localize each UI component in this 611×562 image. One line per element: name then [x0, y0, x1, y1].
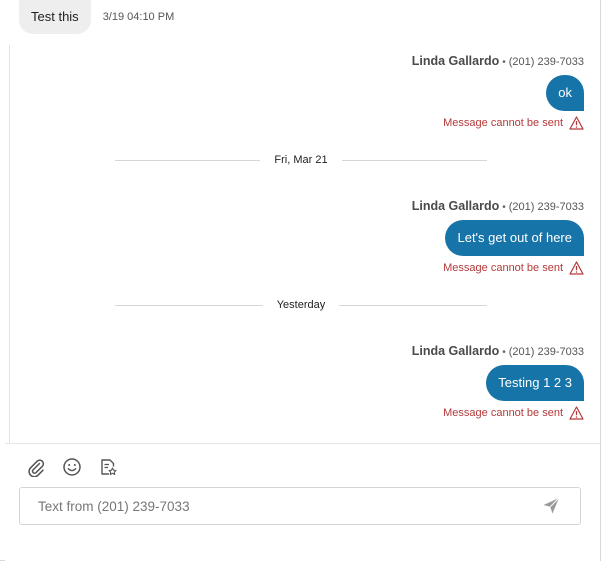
outgoing-bubble[interactable]: Testing 1 2 3: [486, 365, 584, 401]
date-separator: Yesterday: [115, 299, 487, 311]
outgoing-message: Linda Gallardo • (201) 239-7033 ok Message…: [412, 53, 584, 130]
sender-separator: •: [502, 202, 506, 213]
conversation-panel: Test this 3/19 04:10 PM Linda Gallardo •(…: [0, 0, 601, 561]
outgoing-message: Linda Gallardo • (201) 239-7033 Let's get …: [412, 198, 584, 275]
separator-line: [115, 304, 263, 306]
sender-name: Linda Gallardo: [411, 344, 500, 358]
outgoing-message: Linda Gallardo • (201) 239-7033 Testing 1 …: [412, 343, 584, 420]
send-error: Message cannot be sent: [443, 116, 584, 130]
warning-icon[interactable]: [569, 261, 584, 275]
sender-name: Linda Gallardo: [411, 199, 500, 213]
template-icon: [101, 459, 117, 476]
sender-phone: (201) 239-7033: [508, 346, 584, 358]
sender-line: Linda Gallardo • (201) 239-7033: [412, 53, 584, 71]
incoming-message: Test this 3/19 04:10 PM: [19, 0, 174, 34]
emoji-icon: [63, 458, 81, 476]
warning-icon[interactable]: [569, 116, 584, 130]
message-thread[interactable]: Test this 3/19 04:10 PM Linda Gallardo •(…: [5, 0, 600, 443]
separator-line: [115, 159, 261, 161]
warning-icon[interactable]: [569, 406, 584, 420]
date-separator-label: Fri, Mar 21: [274, 154, 328, 166]
send-error-text: Message cannot be sent: [443, 117, 563, 129]
sender-phone: (201) 239-7033: [508, 56, 584, 68]
attach-button[interactable]: [25, 456, 47, 478]
send-error-text: Message cannot be sent: [443, 407, 563, 419]
message-input-container: [19, 487, 581, 525]
sender-name: Linda Gallardo: [411, 54, 500, 68]
outgoing-bubble[interactable]: Let's get out of here: [445, 220, 584, 256]
sender-line: Linda Gallardo • (201) 239-7033: [412, 198, 584, 216]
incoming-timestamp: 3/19 04:10 PM: [102, 11, 175, 23]
send-icon: [543, 497, 560, 514]
separator-line: [339, 304, 487, 306]
date-separator: Fri, Mar 21: [115, 154, 487, 166]
send-error: Message cannot be sent: [443, 261, 584, 275]
separator-line: [341, 159, 487, 161]
message-composer: [5, 443, 600, 561]
sender-separator: •: [502, 347, 506, 358]
emoji-button[interactable]: [61, 456, 83, 478]
send-button[interactable]: [540, 495, 562, 517]
sender-line: Linda Gallardo • (201) 239-7033: [412, 343, 584, 361]
send-error: Message cannot be sent: [443, 406, 584, 420]
thread-divider: [9, 45, 10, 443]
message-input[interactable]: [20, 498, 540, 514]
paperclip-icon: [28, 459, 45, 477]
sender-separator: •: [502, 57, 506, 68]
outgoing-bubble[interactable]: ok: [546, 75, 584, 111]
sender-phone: (201) 239-7033: [508, 201, 584, 213]
date-separator-label: Yesterday: [276, 299, 326, 311]
composer-toolbar: [25, 456, 133, 478]
incoming-bubble[interactable]: Test this: [19, 0, 91, 34]
template-button[interactable]: [97, 456, 119, 478]
send-error-text: Message cannot be sent: [443, 262, 563, 274]
